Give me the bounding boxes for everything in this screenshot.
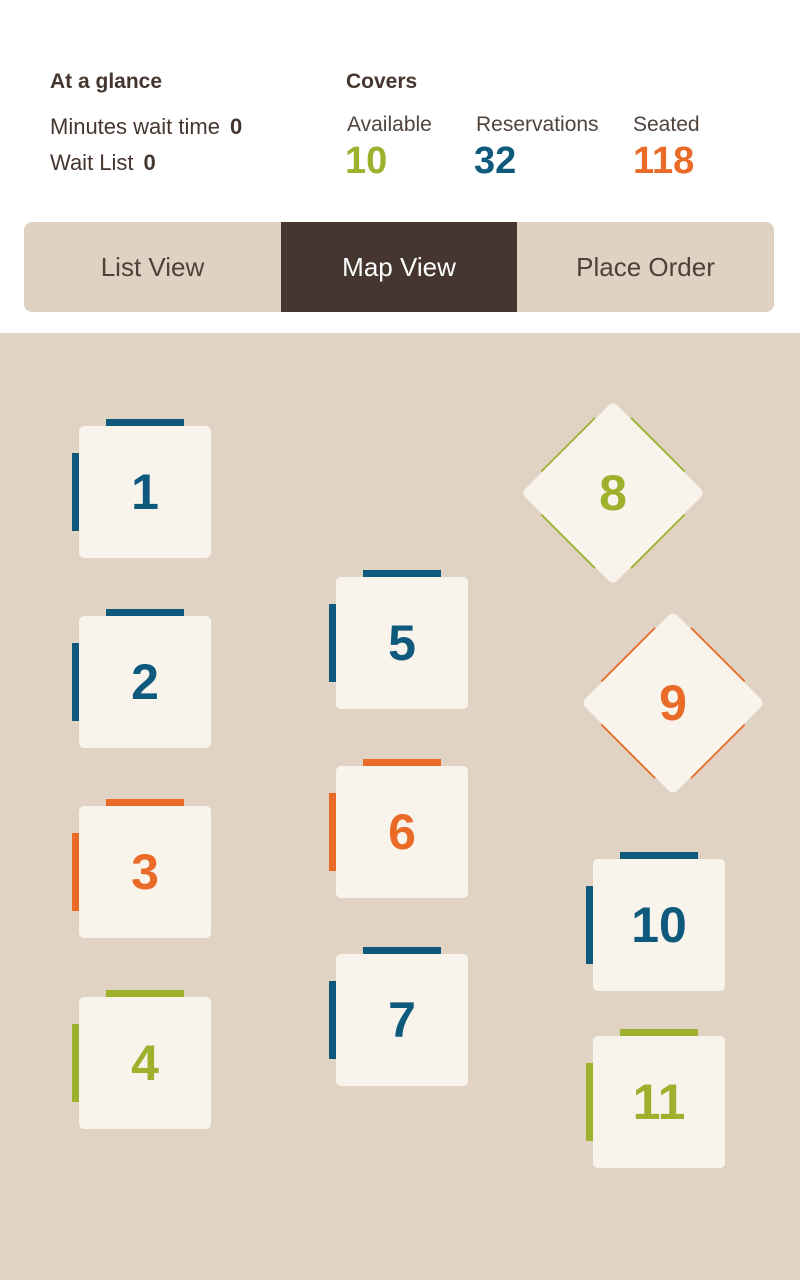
seat-marker	[586, 886, 593, 964]
reservations-label: Reservations	[476, 113, 599, 136]
tab-map-view[interactable]: Map View	[281, 222, 517, 312]
seat-marker	[72, 453, 79, 531]
table-number: 8	[599, 465, 627, 521]
seat-marker	[329, 981, 336, 1059]
seat-marker	[106, 609, 184, 616]
wait-time-row: Minutes wait time 0	[50, 114, 242, 140]
table-number: 1	[131, 464, 159, 520]
tab-list-view[interactable]: List View	[24, 222, 281, 312]
seat-marker	[72, 833, 79, 911]
floor-map: 1 2 3 4 5 6 7 8 9 10 11	[0, 333, 800, 1280]
table-number: 4	[131, 1035, 159, 1091]
seat-marker	[106, 990, 184, 997]
view-tabs: List View Map View Place Order	[24, 222, 774, 312]
seat-marker	[106, 799, 184, 806]
seat-marker	[363, 759, 441, 766]
table-8[interactable]: 8	[521, 401, 705, 585]
table-number: 2	[131, 654, 159, 710]
at-a-glance-title: At a glance	[50, 70, 163, 93]
wait-list-row: Wait List 0	[50, 150, 156, 176]
seat-marker	[329, 604, 336, 682]
seat-marker	[586, 1063, 593, 1141]
table-number: 9	[659, 675, 687, 731]
covers-title: Covers	[346, 70, 418, 93]
available-count: 10	[345, 140, 388, 182]
wait-list-label: Wait List	[50, 150, 134, 175]
table-number: 10	[631, 897, 687, 953]
table-9[interactable]: 9	[581, 611, 765, 795]
tab-place-order[interactable]: Place Order	[517, 222, 774, 312]
seated-count: 118	[633, 140, 695, 182]
wait-list-value: 0	[143, 150, 156, 175]
table-number: 3	[131, 844, 159, 900]
table-number: 6	[388, 804, 416, 860]
summary-header: At a glance Minutes wait time 0 Wait List…	[0, 0, 800, 222]
seat-marker	[72, 643, 79, 721]
table-number: 7	[388, 992, 416, 1048]
seat-marker	[363, 570, 441, 577]
wait-time-value: 0	[229, 114, 243, 139]
seat-marker	[363, 947, 441, 954]
seat-marker	[329, 793, 336, 871]
seat-marker	[106, 419, 184, 426]
available-label: Available	[347, 113, 432, 136]
seat-marker	[620, 1029, 698, 1036]
seat-marker	[620, 852, 698, 859]
wait-time-label: Minutes wait time	[50, 114, 220, 139]
reservations-count: 32	[474, 140, 517, 182]
table-number: 11	[632, 1074, 686, 1130]
seat-marker	[72, 1024, 79, 1102]
table-number: 5	[388, 615, 416, 671]
seated-label: Seated	[633, 113, 700, 136]
